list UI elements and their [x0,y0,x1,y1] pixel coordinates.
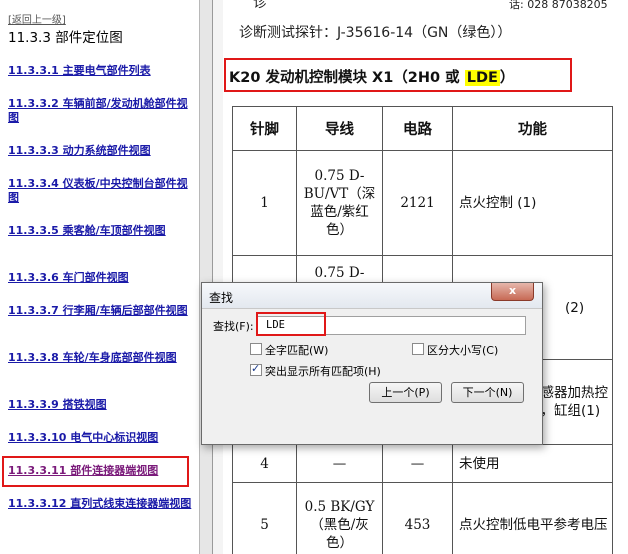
dialog-title: 查找 [209,291,234,305]
circuit-cell: — [382,444,453,483]
toc-item-instrument-panel-console-view[interactable]: 11.3.3.4 仪表板/中央控制台部件视图 [8,177,192,205]
find-input-highlight-box [256,312,326,336]
clipped-phone-text: 话: 028 87038205 [509,0,608,11]
dialog-titlebar[interactable]: 查找 x [202,283,542,309]
section-title-suffix: ） [499,70,515,86]
table-row: 1 0.75 D-BU/VT（深蓝色/紫红色） 2121 点火控制 (1) [232,150,613,256]
circuit-cell: 453 [382,482,453,554]
clipped-text-top: 诊 [253,0,267,11]
find-label: 查找(F): [213,320,254,333]
match-case-label[interactable]: 区分大小写(C) [427,342,498,358]
toc-item-wheel-underbody-view[interactable]: 11.3.3.8 车轮/车身底部部件视图 [8,351,192,365]
pane-splitter[interactable] [199,0,213,554]
toc-item-main-electrical-parts-list[interactable]: 11.3.3.1 主要电气部件列表 [8,64,192,78]
highlight-all-label[interactable]: 突出显示所有匹配项(H) [265,363,381,379]
toc-item-ground-view[interactable]: 11.3.3.9 搭铁视图 [8,398,192,412]
highlight-all-checkbox[interactable] [250,362,262,376]
toc-item-inline-harness-connector-view[interactable]: 11.3.3.12 直列式线束连接器端视图 [8,497,192,511]
toc-item-front-engine-compartment-view[interactable]: 11.3.3.2 车辆前部/发动机舱部件视图 [8,97,192,125]
header-function: 功能 [452,106,613,151]
find-dialog: 查找 x 查找(F): LDE 全字匹配(W) 区分大小写(C) 突出显示所有匹… [201,282,543,445]
search-match-highlight: LDE [464,70,500,86]
toc-item-electrical-center-id-view[interactable]: 11.3.3.10 电气中心标识视图 [8,431,192,445]
document-pane: 诊 话: 028 87038205 诊断测试探针：J-35616-14（GN（绿… [223,0,628,554]
table-row: 4 — — 未使用 [232,444,613,483]
toc-pane: [返回上一级] 11.3.3 部件定位图 11.3.3.1 主要电气部件列表 1… [0,0,199,554]
wire-cell: 0.5 BK/GY（黑色/灰色） [296,482,383,554]
function-cell: 未使用 [452,444,613,483]
toc-item-trunk-rear-view[interactable]: 11.3.3.7 行李厢/车辆后部部件视图 [8,304,192,318]
pin-cell: 4 [232,444,297,483]
doc-margin [213,0,223,554]
pin-cell: 1 [232,150,297,256]
toc-item-passenger-roof-view[interactable]: 11.3.3.5 乘客舱/车顶部件视图 [8,224,192,238]
whole-word-checkbox[interactable] [250,343,262,355]
toc-item-door-view[interactable]: 11.3.3.6 车门部件视图 [8,271,192,285]
wire-cell: 0.75 D-BU/VT（深蓝色/紫红色） [296,150,383,256]
section-title: K20 发动机控制模块 X1（2H0 或 LDE） [229,66,514,87]
whole-word-label[interactable]: 全字匹配(W) [265,342,328,358]
find-previous-button[interactable]: 上一个(P) [369,382,442,403]
function-cell: 点火控制 (1) [452,150,613,256]
toc-highlight-box [2,456,189,487]
function-cell: 点火控制低电平参考电压 [452,482,613,554]
match-case-checkbox[interactable] [412,343,424,355]
table-header-row: 针脚 导线 电路 功能 [232,106,613,151]
close-icon: x [508,284,517,297]
back-link[interactable]: [返回上一级] [8,11,66,26]
close-button[interactable]: x [491,283,534,301]
header-wire: 导线 [296,106,383,151]
header-circuit: 电路 [382,106,453,151]
header-pin: 针脚 [232,106,297,151]
table-row: 5 0.5 BK/GY（黑色/灰色） 453 点火控制低电平参考电压 [232,482,613,554]
circuit-cell: 2121 [382,150,453,256]
toc-item-powertrain-view[interactable]: 11.3.3.3 动力系统部件视图 [8,144,192,158]
wire-cell: — [296,444,383,483]
toc-title: 11.3.3 部件定位图 [8,30,123,46]
pin-cell: 5 [232,482,297,554]
find-next-button[interactable]: 下一个(N) [451,382,524,403]
section-title-prefix: K20 发动机控制模块 X1（2H0 或 [229,70,465,86]
probe-line: 诊断测试探针：J-35616-14（GN（绿色）） [239,25,512,41]
